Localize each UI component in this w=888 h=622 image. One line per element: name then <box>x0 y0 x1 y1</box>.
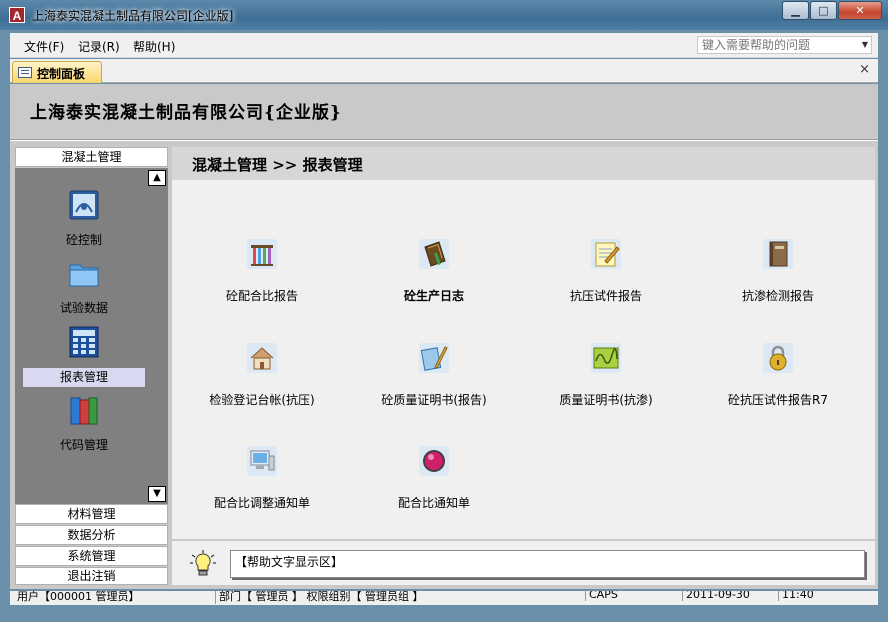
report-item-mix-ratio-label: 砼配合比报告 <box>225 289 298 303</box>
help-question-placeholder: 键入需要帮助的问题 <box>702 38 811 52</box>
lightbulb-icon <box>190 550 216 576</box>
red-ball-icon <box>419 446 449 476</box>
chevron-down-icon[interactable]: ▼ <box>862 37 868 53</box>
scroll-down-arrow-icon[interactable]: ▼ <box>148 486 166 502</box>
help-bar: 【帮助文字显示区】 <box>172 541 875 585</box>
nav-item-test-data[interactable]: 试验数据 <box>23 299 145 318</box>
computer-icon <box>247 446 277 476</box>
folder-icon[interactable] <box>67 257 101 291</box>
company-title: 上海泰实混凝土制品有限公司{企业版} <box>30 103 342 123</box>
nav-group-materials[interactable]: 材料管理 <box>15 504 168 524</box>
calculator-icon[interactable] <box>67 325 101 359</box>
scroll-up-arrow-icon[interactable]: ▲ <box>148 170 166 186</box>
help-text-area: 【帮助文字显示区】 <box>230 550 865 578</box>
access-app-icon[interactable]: A <box>9 7 25 23</box>
control-panel-form: 上海泰实混凝土制品有限公司{企业版} 混凝土管理 ▲ 砼控制 试验数据 报表管理… <box>10 84 878 589</box>
report-item-production-log-label: 砼生产日志 <box>403 289 464 303</box>
report-item-mix-notice-label: 配合比通知单 <box>397 496 470 510</box>
menu-bar: 文件(F) 记录(R) 帮助(H) 键入需要帮助的问题 ▼ <box>10 33 878 58</box>
minimize-button[interactable]: ▁ <box>782 1 809 20</box>
header-divider <box>10 139 878 141</box>
test-tubes-icon <box>247 239 277 269</box>
report-item-compression-test-label: 抗压试件报告 <box>569 289 642 303</box>
nav-group-concrete[interactable]: 混凝土管理 <box>15 147 168 167</box>
report-item-production-log[interactable]: 砼生产日志 <box>359 239 509 304</box>
form-icon <box>18 67 32 78</box>
concrete-control-icon[interactable] <box>67 188 101 222</box>
maximize-button[interactable]: □ <box>810 1 837 20</box>
report-item-mix-adjustment-notice-label: 配合比调整通知单 <box>213 496 310 510</box>
report-item-quality-certificate[interactable]: 砼质量证明书(报告) <box>359 343 509 408</box>
report-item-compression-r7-label: 砼抗压试件报告R7 <box>728 393 828 407</box>
window-controls: ▁ □ ✕ <box>781 1 882 20</box>
book-icon <box>763 239 793 269</box>
status-caps: CAPS <box>585 591 618 601</box>
padlock-icon <box>763 343 793 373</box>
house-icon <box>247 343 277 373</box>
tab-control-panel[interactable]: 控制面板 <box>12 61 102 83</box>
document-pen-icon <box>419 343 449 373</box>
nav-item-code-management[interactable]: 代码管理 <box>23 436 145 455</box>
breadcrumb-text: 混凝土管理 >> 报表管理 <box>192 156 363 174</box>
close-tab-icon[interactable]: × <box>859 62 870 77</box>
nav-item-concrete-control[interactable]: 砼控制 <box>23 231 145 250</box>
nav-group-logout[interactable]: 退出注销 <box>15 567 168 585</box>
status-department: 部门【 管理员 】 权限组别【 管理员组 】 <box>215 591 423 604</box>
chart-wave-icon <box>591 343 621 373</box>
report-item-inspection-ledger[interactable]: 检验登记台帐(抗压) <box>187 343 337 408</box>
breadcrumb: 混凝土管理 >> 报表管理 <box>172 147 875 180</box>
report-item-impermeability[interactable]: 抗渗检测报告 <box>703 239 853 304</box>
report-item-mix-ratio[interactable]: 砼配合比报告 <box>187 239 337 304</box>
nav-item-report-management[interactable]: 报表管理 <box>23 368 145 387</box>
menu-help[interactable]: 帮助(H) <box>133 38 175 55</box>
report-item-inspection-ledger-label: 检验登记台帐(抗压) <box>209 393 315 407</box>
title-bar: A 上海泰实混凝土制品有限公司[企业版] ▁ □ ✕ <box>0 0 888 30</box>
window-bottom-frame <box>0 605 888 622</box>
help-question-input[interactable]: 键入需要帮助的问题 ▼ <box>697 36 872 54</box>
nav-group-data-analysis[interactable]: 数据分析 <box>15 525 168 545</box>
tab-control-panel-label: 控制面板 <box>37 67 86 81</box>
report-item-compression-r7[interactable]: 砼抗压试件报告R7 <box>703 343 853 408</box>
status-time: 11:40 <box>778 591 814 601</box>
close-button[interactable]: ✕ <box>838 1 882 20</box>
nav-panel: ▲ 砼控制 试验数据 报表管理 代码管理 ▼ <box>15 168 168 504</box>
report-item-quality-certificate-label: 砼质量证明书(报告) <box>381 393 487 407</box>
status-date: 2011-09-30 <box>682 591 750 601</box>
status-user: 用户【000001 管理员】 <box>17 591 140 603</box>
nav-group-system[interactable]: 系统管理 <box>15 546 168 566</box>
menu-records[interactable]: 记录(R) <box>78 38 120 55</box>
window-title: 上海泰实混凝土制品有限公司[企业版] <box>32 9 234 23</box>
report-item-compression-test[interactable]: 抗压试件报告 <box>531 239 681 304</box>
notepad-icon <box>591 239 621 269</box>
report-item-mix-adjustment-notice[interactable]: 配合比调整通知单 <box>187 446 337 511</box>
menu-file[interactable]: 文件(F) <box>24 38 64 55</box>
content-panel: 混凝土管理 >> 报表管理 砼配合比报告 砼生产日志 抗压试件报告 抗渗检测报告… <box>172 147 875 539</box>
status-bar: 用户【000001 管理员】 部门【 管理员 】 权限组别【 管理员组 】 CA… <box>10 591 878 605</box>
document-tab-row: 控制面板 × <box>10 59 878 83</box>
report-item-quality-impermeability[interactable]: 质量证明书(抗渗) <box>531 343 681 408</box>
report-item-impermeability-label: 抗渗检测报告 <box>741 289 814 303</box>
report-item-mix-notice[interactable]: 配合比通知单 <box>359 446 509 511</box>
left-navigation: 混凝土管理 ▲ 砼控制 试验数据 报表管理 代码管理 ▼ 材料管理 数据分析 系… <box>15 147 168 585</box>
report-item-quality-impermeability-label: 质量证明书(抗渗) <box>559 393 653 407</box>
log-book-icon <box>419 239 449 269</box>
code-books-icon[interactable] <box>67 394 101 428</box>
